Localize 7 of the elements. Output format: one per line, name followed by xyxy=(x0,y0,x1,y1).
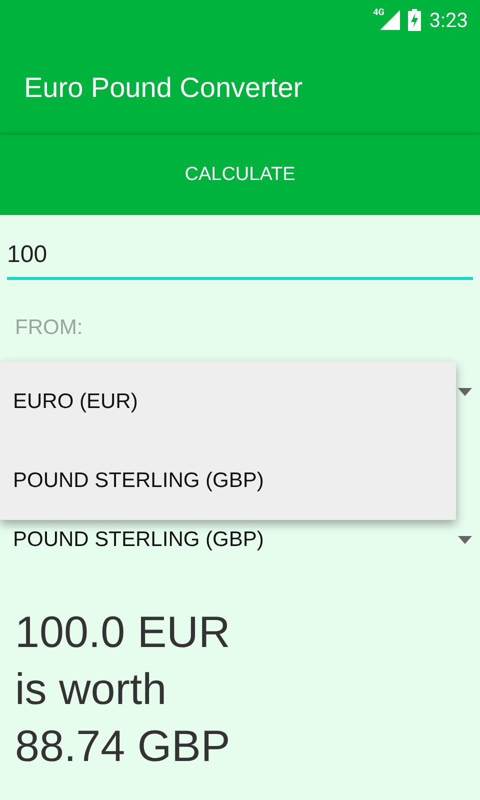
network-type: 4G xyxy=(373,8,384,18)
result-text: 88.74 GBP xyxy=(15,721,232,773)
clock: 3:23 xyxy=(429,8,468,32)
from-label: FROM: xyxy=(15,316,84,340)
result-text: 100.0 EUR xyxy=(15,607,232,659)
result-text: is worth xyxy=(15,664,168,716)
app-title: Euro Pound Converter xyxy=(24,72,303,104)
